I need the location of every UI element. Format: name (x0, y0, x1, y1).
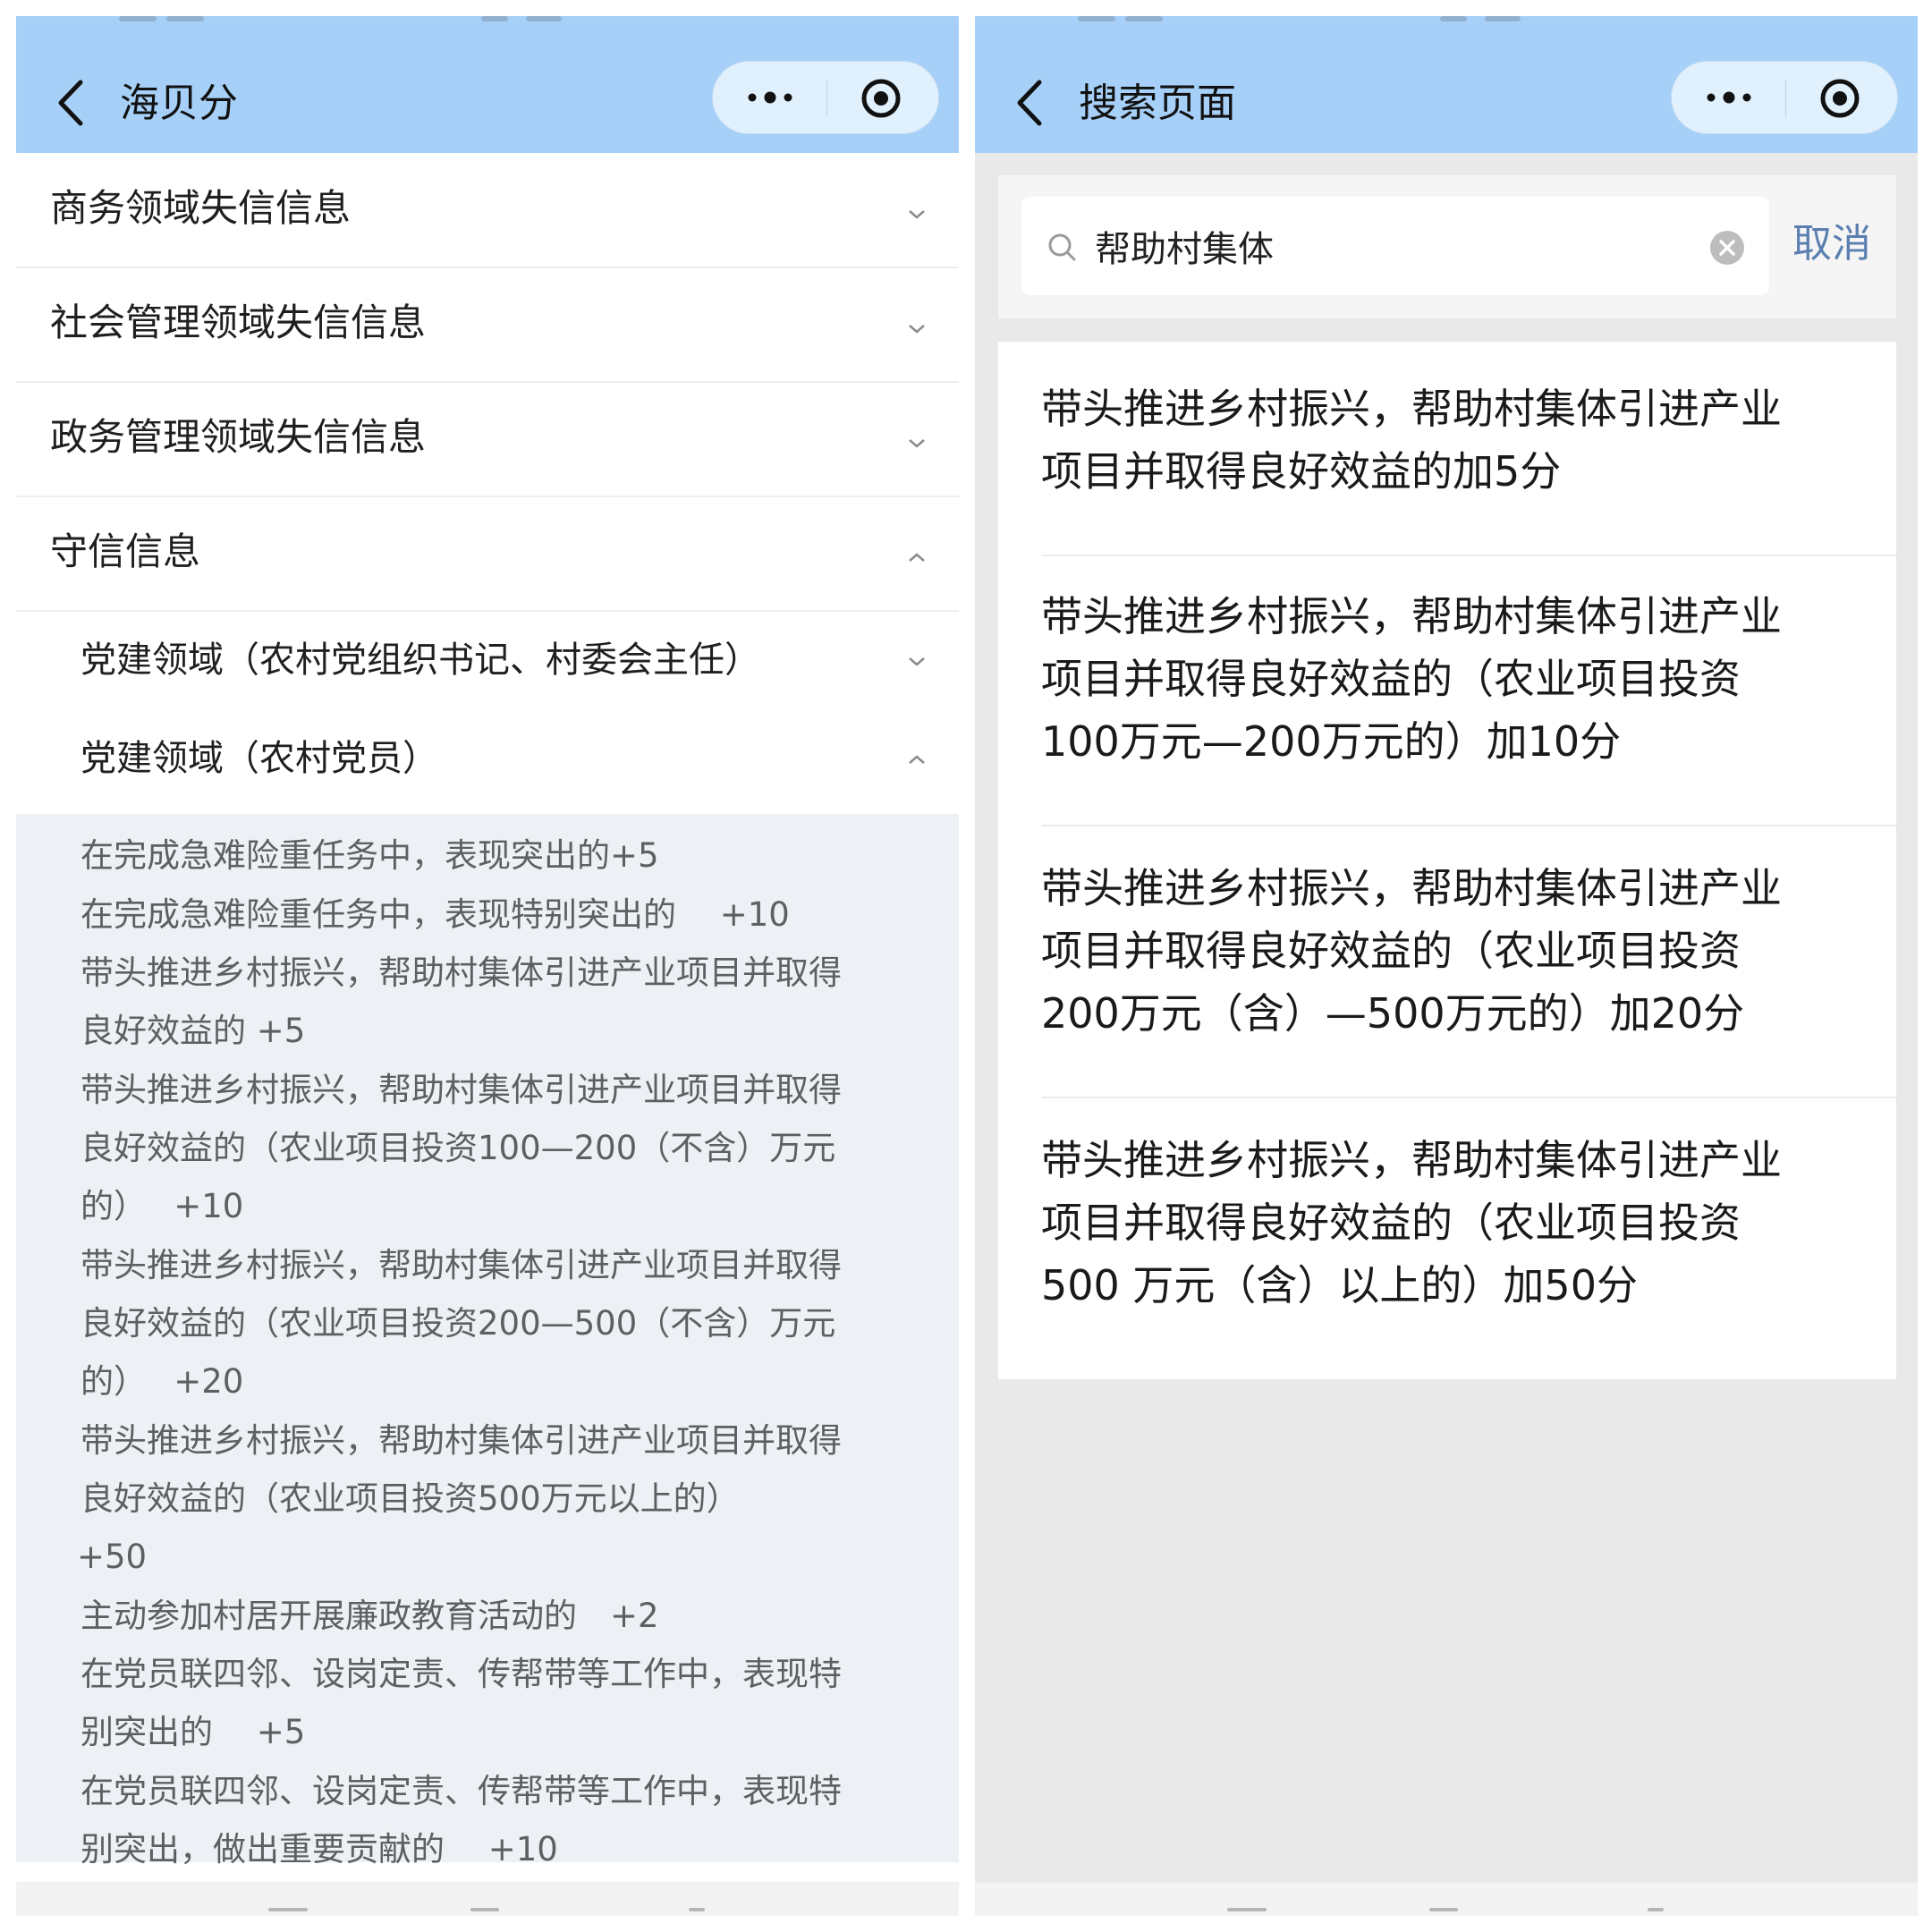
content-line: 在完成急难险重任务中，表现特别突出的 +10 (80, 895, 790, 934)
menu-capsule (712, 61, 939, 134)
result-line: 项目并取得良好效益的加5分 (1041, 447, 1562, 496)
system-nav-bar (16, 1882, 959, 1916)
section-government-dishonesty[interactable]: 政务管理领域失信信息 (16, 383, 959, 497)
nav-home-hint (470, 1908, 499, 1911)
chevron-down-icon (909, 210, 925, 219)
content-line: 在党员联四邻、设岗定责、传帮带等工作中，表现特 (80, 1772, 842, 1810)
content-line: 良好效益的 +5 (80, 1012, 306, 1050)
system-nav-bar (975, 1882, 1918, 1916)
search-input[interactable] (1095, 218, 1685, 274)
result-line: 带头推进乡村振兴，帮助村集体引进产业 (1041, 385, 1782, 433)
section-label: 守信信息 (50, 530, 201, 573)
search-bar-area: 取消 (998, 175, 1896, 318)
status-bar-fragment (166, 16, 204, 21)
section-label: 社会管理领域失信信息 (50, 301, 427, 344)
right-phone-screen: 搜索页面 取消 带头推进乡村振兴，帮 (975, 16, 1918, 1916)
page-title: 搜索页面 (1079, 80, 1236, 126)
more-dots-icon[interactable] (743, 80, 797, 115)
content-line: 在完成急难险重任务中，表现突出的+5 (80, 836, 659, 875)
result-line: 200万元（含）—500万元的）加20分 (1041, 989, 1745, 1038)
result-line: 带头推进乡村振兴，帮助村集体引进产业 (1041, 864, 1782, 912)
back-chevron-icon[interactable] (1011, 72, 1052, 134)
chevron-up-icon (909, 553, 925, 562)
back-chevron-icon[interactable] (52, 72, 93, 134)
section-label: 政务管理领域失信信息 (50, 415, 427, 459)
search-result-item[interactable]: 带头推进乡村振兴，帮助村集体引进产业 项目并取得良好效益的（农业项目投资 200… (1041, 857, 1855, 1045)
more-dots-icon[interactable] (1702, 80, 1756, 115)
content-line: 主动参加村居开展廉政教育活动的 +2 (80, 1597, 659, 1635)
content-line: +50 (77, 1538, 148, 1576)
capsule-divider (826, 80, 827, 117)
search-results-list: 带头推进乡村振兴，帮助村集体引进产业 项目并取得良好效益的加5分 带头推进乡村振… (998, 342, 1896, 1379)
subsection-label: 党建领域（农村党组织书记、村委会主任） (80, 640, 760, 681)
result-line: 带头推进乡村振兴，帮助村集体引进产业 (1041, 1136, 1782, 1184)
subsection-label: 党建领域（农村党员） (80, 738, 438, 779)
status-bar-fragment (1485, 16, 1521, 21)
result-line: 带头推进乡村振兴，帮助村集体引进产业 (1041, 592, 1782, 640)
status-bar-fragment (481, 16, 508, 21)
status-bar-fragment (1125, 16, 1163, 21)
section-commerce-dishonesty[interactable]: 商务领域失信信息 (16, 154, 959, 268)
status-bar-fragment (526, 16, 562, 21)
status-bar-fragment (119, 16, 157, 21)
result-line: 项目并取得良好效益的（农业项目投资 (1041, 927, 1741, 975)
search-result-item[interactable]: 带头推进乡村振兴，帮助村集体引进产业 项目并取得良好效益的（农业项目投资 100… (1041, 585, 1855, 773)
clear-circle-icon[interactable] (1708, 229, 1746, 267)
result-line: 100万元—200万元的）加10分 (1041, 717, 1622, 766)
nav-home-hint (1429, 1908, 1458, 1911)
chevron-down-icon (909, 325, 925, 334)
content-line: 良好效益的（农业项目投资100—200（不含）万元 (80, 1129, 836, 1167)
content-line: 良好效益的（农业项目投资200—500（不含）万元 (80, 1304, 836, 1343)
search-result-item[interactable]: 带头推进乡村振兴，帮助村集体引进产业 项目并取得良好效益的加5分 (1041, 377, 1855, 503)
content-line: 的） +10 (80, 1187, 244, 1225)
record-target-icon[interactable] (1818, 77, 1861, 120)
nav-header: 搜索页面 (975, 16, 1918, 153)
content-line: 良好效益的（农业项目投资500万元以上的） (80, 1479, 740, 1518)
nav-header: 海贝分 (16, 16, 959, 153)
menu-capsule (1671, 61, 1898, 134)
subsection-village-party-member[interactable]: 党建领域（农村党员） (16, 712, 959, 810)
result-line: 项目并取得良好效益的（农业项目投资 (1041, 1199, 1741, 1247)
nav-menu-hint (1227, 1908, 1267, 1911)
nav-back-hint (1648, 1908, 1664, 1911)
content-line: 带头推进乡村振兴，帮助村集体引进产业项目并取得 (80, 1246, 842, 1284)
chevron-down-icon (909, 657, 925, 666)
section-trustworthy-info[interactable]: 守信信息 (16, 497, 959, 612)
search-box[interactable] (1021, 197, 1769, 295)
section-social-dishonesty[interactable]: 社会管理领域失信信息 (16, 268, 959, 383)
content-line: 别突出，做出重要贡献的 +10 (80, 1830, 558, 1868)
content-line: 带头推进乡村振兴，帮助村集体引进产业项目并取得 (80, 1421, 842, 1460)
chevron-up-icon (909, 755, 925, 764)
content-line: 在党员联四邻、设岗定责、传帮带等工作中，表现特 (80, 1655, 842, 1693)
left-phone-screen: 海贝分 商务领域失信信息 社会管理领域失信信息 政务管理领域失信信息 守信信息 … (16, 16, 959, 1916)
capsule-divider (1785, 80, 1786, 117)
content-line: 带头推进乡村振兴，帮助村集体引进产业项目并取得 (80, 953, 842, 992)
cancel-button[interactable]: 取消 (1792, 216, 1871, 272)
status-bar-fragment (1078, 16, 1115, 21)
result-line: 项目并取得良好效益的（农业项目投资 (1041, 655, 1741, 703)
content-line: 别突出的 +5 (80, 1713, 306, 1751)
result-line: 500 万元（含）以上的）加50分 (1041, 1261, 1638, 1309)
nav-back-hint (689, 1908, 705, 1911)
subsection-village-party-secretary[interactable]: 党建领域（农村党组织书记、村委会主任） (16, 614, 959, 712)
page-title: 海贝分 (120, 80, 238, 126)
section-label: 商务领域失信信息 (50, 186, 352, 230)
content-line: 的） +20 (80, 1362, 244, 1401)
result-divider (1041, 1097, 1896, 1098)
nav-menu-hint (268, 1908, 308, 1911)
search-result-item[interactable]: 带头推进乡村振兴，帮助村集体引进产业 项目并取得良好效益的（农业项目投资 500… (1041, 1129, 1855, 1317)
record-target-icon[interactable] (860, 77, 902, 120)
result-divider (1041, 555, 1896, 556)
result-divider (1041, 825, 1896, 826)
status-bar-fragment (1440, 16, 1467, 21)
content-line: 带头推进乡村振兴，帮助村集体引进产业项目并取得 (80, 1071, 842, 1109)
expanded-content-panel: 在完成急难险重任务中，表现突出的+5 在完成急难险重任务中，表现特别突出的 +1… (16, 814, 959, 1868)
chevron-down-icon (909, 439, 925, 448)
search-icon (1048, 233, 1076, 261)
